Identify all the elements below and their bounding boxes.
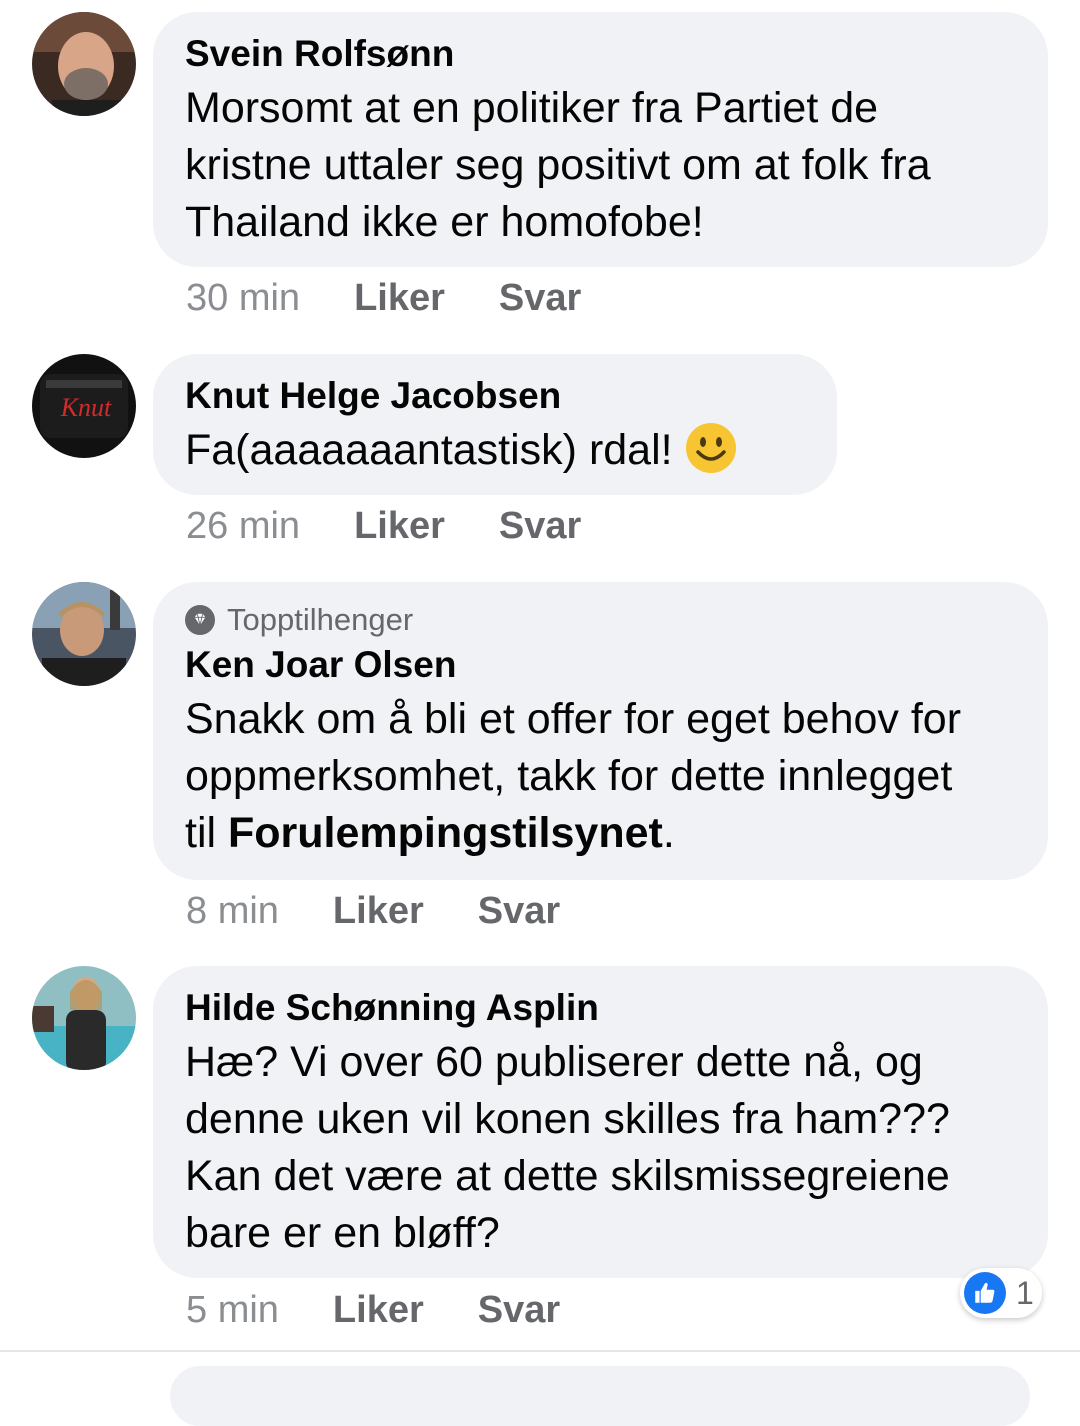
reply-button[interactable]: Svar [499, 276, 581, 320]
top-fan-badge: Topptilhenger [185, 602, 1016, 638]
avatar[interactable]: Knut [32, 354, 136, 458]
divider [0, 1350, 1080, 1352]
comment-line: Hæ? Vi over 60 publiserer dette nå, og [185, 1038, 923, 1086]
like-button[interactable]: Liker [354, 504, 445, 548]
reaction-summary[interactable]: 1 [960, 1268, 1042, 1318]
comment-time[interactable]: 5 min [186, 1288, 279, 1332]
comment-text: Snakk om å bli et offer for eget behov f… [185, 691, 1016, 862]
comment-meta: 8 min Liker Svar [186, 889, 560, 933]
reaction-count: 1 [1016, 1274, 1034, 1311]
comment-time[interactable]: 8 min [186, 889, 279, 933]
reply-button[interactable]: Svar [478, 1288, 560, 1332]
comment-line: til Forulempingstilsynet. [185, 805, 1016, 862]
avatar[interactable] [32, 12, 136, 116]
comment-line-prefix: til [185, 809, 228, 857]
comment-author[interactable]: Hilde Schønning Asplin [185, 986, 1016, 1030]
comment-author[interactable]: Ken Joar Olsen [185, 643, 1016, 687]
comment-line: Morsomt at en politiker fra Partiet de [185, 84, 879, 132]
reply-button[interactable]: Svar [478, 889, 560, 933]
comment-bubble: Hilde Schønning Asplin Hæ? Vi over 60 pu… [153, 966, 1048, 1278]
diamond-icon [185, 605, 215, 635]
comment-time[interactable]: 26 min [186, 504, 300, 548]
comment-bubble: Topptilhenger Ken Joar Olsen Snakk om å … [153, 582, 1048, 880]
comment-meta: 5 min Liker Svar [186, 1288, 560, 1332]
badge-label: Topptilhenger [227, 602, 414, 637]
avatar-label: Knut [60, 393, 112, 422]
comment-author[interactable]: Knut Helge Jacobsen [185, 374, 805, 418]
like-button[interactable]: Liker [354, 276, 445, 320]
comment-text: Fa(aaaaaaantastisk) rdal! [185, 422, 805, 479]
comment-line: denne uken vil konen skilles fra ham??? [185, 1095, 950, 1143]
comment-meta: 30 min Liker Svar [186, 276, 581, 320]
comment-line: oppmerksomhet, takk for dette innlegget [185, 752, 953, 800]
comment-text: Hæ? Vi over 60 publiserer dette nå, og d… [185, 1034, 1016, 1262]
next-comment-bubble [170, 1366, 1030, 1426]
smiley-emoji-icon [685, 422, 737, 474]
comment-author[interactable]: Svein Rolfsønn [185, 32, 1016, 76]
comment-meta: 26 min Liker Svar [186, 504, 581, 548]
comment-bubble: Knut Helge Jacobsen Fa(aaaaaaantastisk) … [153, 354, 837, 495]
mentioned-page-link[interactable]: Forulempingstilsynet [228, 809, 663, 857]
comment-line: Thailand ikke er homofobe! [185, 198, 704, 246]
avatar[interactable] [32, 582, 136, 686]
comment-line: Kan det være at dette skilsmissegreiene [185, 1152, 950, 1200]
comment-line: bare er en bløff? [185, 1209, 500, 1257]
avatar[interactable] [32, 966, 136, 1070]
comment-text: Morsomt at en politiker fra Partiet de k… [185, 80, 1016, 251]
like-button[interactable]: Liker [333, 889, 424, 933]
thumbs-up-icon [964, 1272, 1006, 1314]
comment-line: kristne uttaler seg positivt om at folk … [185, 141, 931, 189]
comment-time[interactable]: 30 min [186, 276, 300, 320]
comment-line: Fa(aaaaaaantastisk) rdal! [185, 426, 673, 474]
like-button[interactable]: Liker [333, 1288, 424, 1332]
comment-line-suffix: . [662, 809, 675, 857]
reply-button[interactable]: Svar [499, 504, 581, 548]
comment-line: Snakk om å bli et offer for eget behov f… [185, 695, 962, 743]
comment-bubble: Svein Rolfsønn Morsomt at en politiker f… [153, 12, 1048, 267]
